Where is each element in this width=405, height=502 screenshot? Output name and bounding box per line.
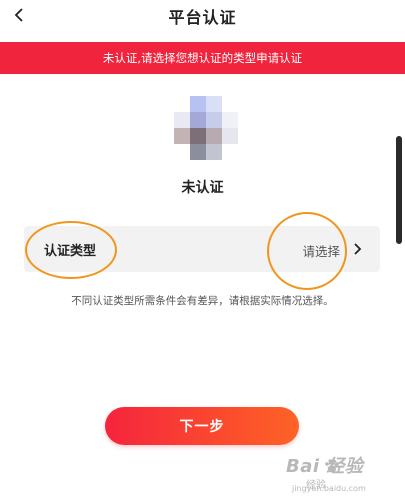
chevron-right-icon — [354, 243, 362, 255]
annotation-circle — [25, 221, 117, 279]
header: 平台认证 — [0, 0, 405, 42]
hint-text: 不同认证类型所需条件会有差异，请根据实际情况选择。 — [71, 295, 334, 307]
watermark-url: jingyan.baidu.com — [292, 484, 366, 493]
scrollbar[interactable] — [396, 136, 402, 244]
next-step-button[interactable]: 下一步 — [105, 407, 299, 445]
certification-page: 平台认证 未认证,请选择您想认证的类型申请认证 未认证 认证类型 请选择 不同认… — [0, 0, 405, 502]
paw-icon — [325, 459, 339, 473]
page-title: 平台认证 — [168, 8, 237, 27]
annotation-circle — [267, 212, 347, 290]
certification-status: 未认证 — [181, 180, 224, 196]
watermark: Bai 经验 经验 jingyan.baidu.com — [286, 452, 398, 494]
notice-banner: 未认证,请选择您想认证的类型申请认证 — [0, 42, 405, 74]
avatar — [174, 96, 238, 160]
